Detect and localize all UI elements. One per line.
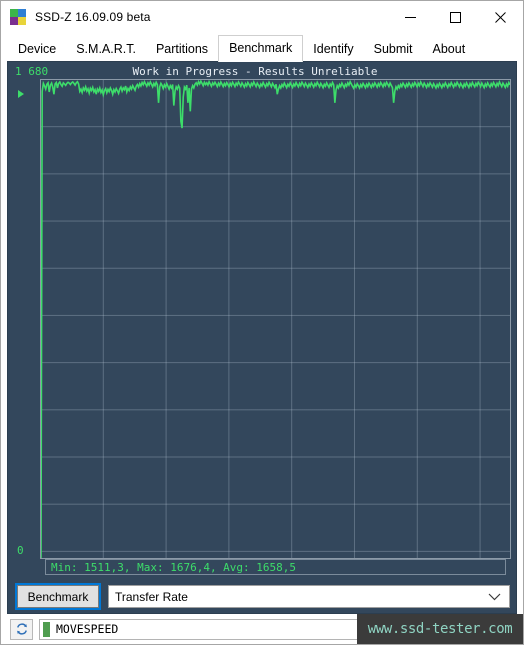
drive-health-indicator <box>43 621 50 637</box>
stats-bar: Min: 1511,3, Max: 1676,4, Avg: 1658,5 <box>45 559 506 575</box>
graph-header: 1 680 Work in Progress - Results Unrelia… <box>13 65 511 79</box>
stats-text: Min: 1511,3, Max: 1676,4, Avg: 1658,5 <box>51 560 297 574</box>
tab-device[interactable]: Device <box>8 37 66 61</box>
tab-benchmark[interactable]: Benchmark <box>218 35 304 62</box>
benchmark-panel: 1 680 Work in Progress - Results Unrelia… <box>7 61 517 614</box>
plot-row: 0 <box>13 79 511 559</box>
maximize-icon[interactable] <box>433 1 478 33</box>
window-controls <box>388 1 523 33</box>
drive-name-field[interactable]: MOVESPEED <box>39 618 360 640</box>
benchmark-controls: Benchmark Transfer Rate <box>8 580 516 613</box>
title-bar: SSD-Z 16.09.09 beta <box>1 1 523 34</box>
transfer-rate-line <box>41 80 510 558</box>
minimize-icon[interactable] <box>388 1 433 33</box>
update-button[interactable]: Update <box>365 618 455 640</box>
benchmark-run-button[interactable]: Benchmark <box>15 583 101 610</box>
app-grid-icon <box>10 9 26 25</box>
graph-title: Work in Progress - Results Unreliable <box>132 65 378 78</box>
y-axis: 0 <box>13 79 40 559</box>
quit-button[interactable]: Quit <box>460 618 518 640</box>
play-triangle-icon <box>18 90 24 98</box>
tab-smart[interactable]: S.M.A.R.T. <box>66 37 146 61</box>
tab-submit[interactable]: Submit <box>364 37 423 61</box>
y-axis-min-label: 0 <box>17 544 24 557</box>
close-icon[interactable] <box>478 1 523 33</box>
benchmark-graph: 1 680 Work in Progress - Results Unrelia… <box>13 65 511 578</box>
plot-area[interactable] <box>40 79 511 559</box>
tab-bar: Device S.M.A.R.T. Partitions Benchmark I… <box>1 34 523 62</box>
app-window: SSD-Z 16.09.09 beta Device S.M.A.R.T. Pa… <box>0 0 524 645</box>
drive-name-value: MOVESPEED <box>56 622 119 636</box>
benchmark-mode-select[interactable]: Transfer Rate <box>108 585 510 608</box>
status-bar: MOVESPEED Update Quit www.ssd-tester.com <box>1 614 523 644</box>
chevron-down-icon <box>488 588 501 606</box>
refresh-icon[interactable] <box>10 618 33 640</box>
window-title: SSD-Z 16.09.09 beta <box>35 10 151 24</box>
benchmark-mode-value: Transfer Rate <box>115 589 188 604</box>
tab-identify[interactable]: Identify <box>303 37 363 61</box>
tab-about[interactable]: About <box>423 37 476 61</box>
app-icon-tile-green <box>10 9 18 17</box>
tab-partitions[interactable]: Partitions <box>146 37 218 61</box>
app-icon-tile-yellow <box>18 17 26 25</box>
app-icon-tile-blue <box>18 9 26 17</box>
app-icon-tile-purple <box>10 17 18 25</box>
